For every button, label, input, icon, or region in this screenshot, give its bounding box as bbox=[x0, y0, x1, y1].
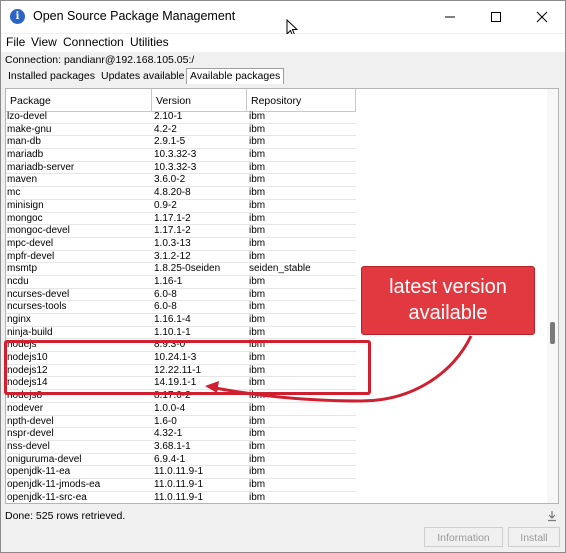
annotation-callout: latest version available bbox=[361, 266, 535, 335]
app-window: i Open Source Package Management File Vi… bbox=[0, 0, 566, 553]
install-button[interactable]: Install bbox=[508, 527, 560, 547]
status-text: Done: 525 rows retrieved. bbox=[5, 510, 126, 522]
information-button[interactable]: Information bbox=[424, 527, 503, 547]
callout-line-1: latest version bbox=[389, 276, 507, 298]
callout-line-2: available bbox=[408, 302, 488, 324]
download-icon[interactable] bbox=[546, 510, 558, 522]
